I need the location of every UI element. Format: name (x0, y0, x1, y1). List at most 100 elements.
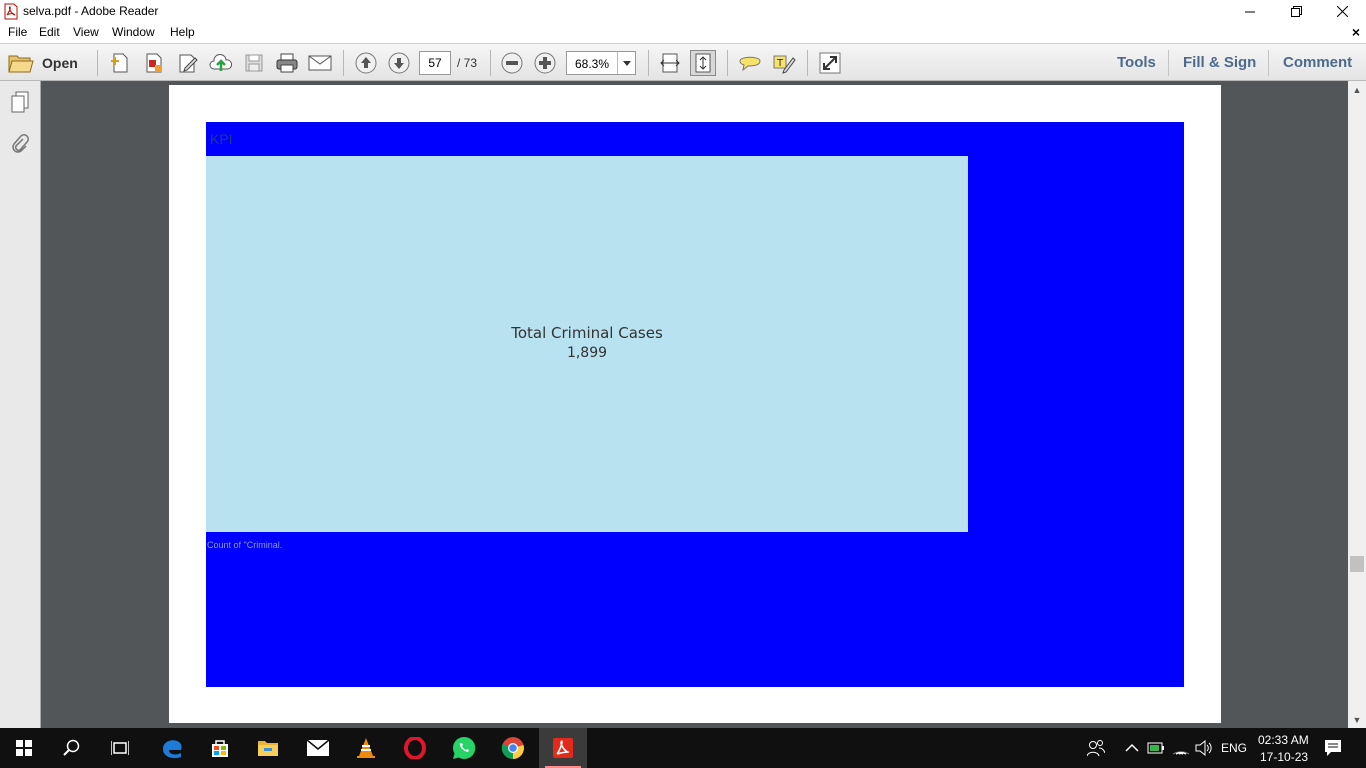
navigation-panel (0, 81, 41, 728)
folder-open-icon (8, 55, 34, 73)
fit-page-button[interactable] (690, 50, 716, 76)
toolbar-separator (97, 50, 98, 76)
edge-icon (163, 740, 182, 759)
attachments-button[interactable] (8, 133, 32, 157)
zoom-select[interactable]: 68.3% (566, 51, 636, 75)
page-thumbnails-button[interactable] (8, 90, 32, 114)
vertical-scrollbar[interactable]: ▲ ▼ (1348, 81, 1366, 728)
fit-page-icon (695, 53, 711, 73)
file-explorer-app[interactable] (244, 728, 292, 768)
print-button[interactable] (274, 50, 300, 76)
edit-pdf-button[interactable] (175, 50, 201, 76)
upload-button[interactable] (208, 50, 234, 76)
previous-page-button[interactable] (353, 50, 379, 76)
fit-width-button[interactable] (657, 50, 683, 76)
opera-app[interactable] (391, 728, 439, 768)
task-view-icon (111, 741, 129, 755)
toolbar-separator (727, 50, 728, 76)
edge-app[interactable] (148, 728, 196, 768)
show-hidden-icons-button[interactable] (1122, 738, 1142, 758)
kpi-value: 1,899 (566, 345, 608, 361)
people-button[interactable] (1086, 738, 1106, 758)
start-button[interactable] (0, 728, 48, 768)
network-button[interactable] (1171, 738, 1191, 758)
adobe-reader-app[interactable] (539, 728, 587, 768)
dashboard-title: KPI (210, 131, 233, 147)
document-viewport[interactable]: KPI Total Criminal Cases 1,899 Count of … (41, 81, 1348, 728)
save-icon (245, 54, 263, 72)
fill-sign-pane-button[interactable]: Fill & Sign (1183, 54, 1256, 71)
page-number-input[interactable]: 57 (419, 51, 451, 75)
email-button[interactable] (307, 50, 333, 76)
scroll-down-arrow-icon[interactable]: ▼ (1348, 711, 1366, 728)
kpi-tile: Total Criminal Cases 1,899 (206, 156, 968, 532)
svg-text:T: T (776, 58, 784, 69)
close-document-button[interactable]: × (1352, 24, 1360, 40)
zoom-out-button[interactable] (499, 50, 525, 76)
task-view-button[interactable] (96, 728, 144, 768)
store-app[interactable] (196, 728, 244, 768)
menu-file[interactable]: File (8, 25, 27, 39)
minimize-button[interactable] (1227, 0, 1273, 23)
menu-edit[interactable]: Edit (39, 25, 60, 39)
volume-button[interactable] (1194, 738, 1214, 758)
open-button[interactable]: Open (8, 50, 78, 76)
zoom-in-button[interactable] (532, 50, 558, 76)
opera-icon (404, 737, 426, 759)
toolbar: Open 57 / 73 68.3% T Tools Fill & Sign C… (0, 43, 1366, 81)
restore-icon (1290, 6, 1302, 17)
whatsapp-icon (453, 736, 476, 759)
kpi-label: Total Criminal Cases (511, 324, 663, 342)
fit-width-icon (660, 53, 680, 73)
paperclip-icon (12, 134, 29, 153)
mail-app[interactable] (294, 728, 342, 768)
tools-pane-button[interactable]: Tools (1117, 54, 1156, 71)
chevron-down-icon[interactable] (617, 52, 635, 74)
create-pdf-button[interactable] (107, 50, 133, 76)
full-screen-button[interactable] (817, 50, 843, 76)
adobe-reader-icon (4, 3, 18, 20)
menu-bar: File Edit View Window Help × (0, 23, 1366, 43)
vlc-app[interactable] (342, 728, 390, 768)
menu-help[interactable]: Help (170, 25, 195, 39)
scroll-up-arrow-icon[interactable]: ▲ (1348, 81, 1366, 98)
plus-circle-icon (534, 52, 556, 74)
pdf-page: KPI Total Criminal Cases 1,899 Count of … (169, 85, 1221, 723)
speaker-icon (1195, 740, 1212, 756)
acrobat-icon (553, 738, 573, 758)
menu-window[interactable]: Window (112, 25, 155, 39)
taskbar: ENG 02:33 AM 17-10-23 (0, 728, 1366, 768)
export-pdf-button[interactable] (141, 50, 167, 76)
toolbar-separator (490, 50, 491, 76)
clock-time[interactable]: 02:33 AM (1258, 733, 1309, 747)
battery-icon (1147, 742, 1164, 754)
save-button[interactable] (241, 50, 267, 76)
toolbar-separator (343, 50, 344, 76)
zoom-value: 68.3% (575, 57, 610, 71)
chrome-app[interactable] (489, 728, 537, 768)
clock-date[interactable]: 17-10-23 (1260, 750, 1308, 764)
scrollbar-thumb[interactable] (1350, 556, 1364, 572)
notification-icon (1325, 740, 1341, 756)
whatsapp-app[interactable] (440, 728, 488, 768)
language-indicator[interactable]: ENG (1221, 741, 1247, 755)
search-button[interactable] (48, 728, 96, 768)
battery-button[interactable] (1146, 738, 1166, 758)
printer-icon (276, 53, 298, 73)
sticky-note-button[interactable] (737, 50, 763, 76)
close-window-button[interactable] (1319, 0, 1365, 23)
export-pdf-icon (146, 53, 162, 73)
restore-button[interactable] (1273, 0, 1319, 23)
cloud-upload-icon (209, 54, 233, 71)
next-page-button[interactable] (386, 50, 412, 76)
vlc-cone-icon (357, 738, 375, 758)
comment-pane-button[interactable]: Comment (1283, 54, 1352, 71)
action-center-button[interactable] (1323, 738, 1343, 758)
comment-bubble-icon (739, 56, 761, 72)
highlight-text-button[interactable]: T (771, 50, 797, 76)
menu-view[interactable]: View (73, 25, 99, 39)
arrow-up-icon (355, 52, 377, 74)
windows-logo-icon (16, 740, 32, 756)
minus-circle-icon (501, 52, 523, 74)
open-label: Open (42, 55, 78, 71)
